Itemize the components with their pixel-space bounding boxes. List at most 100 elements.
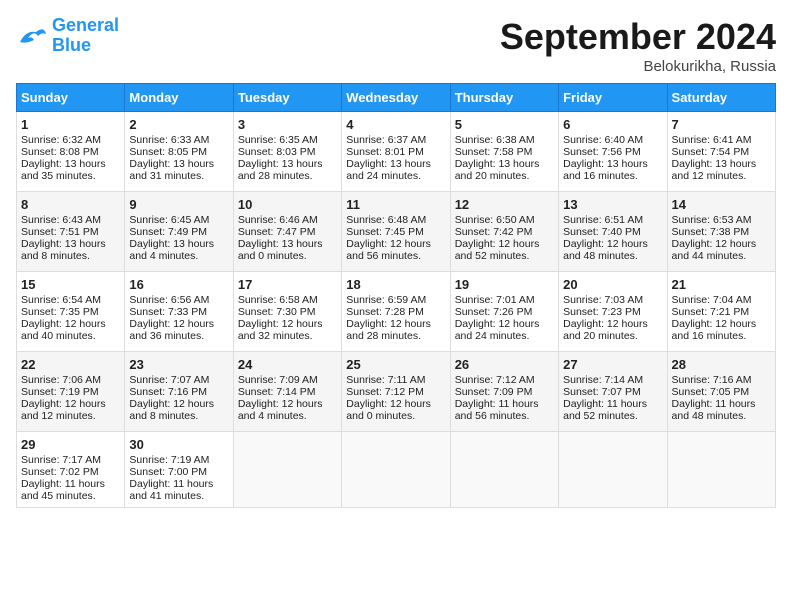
day-number: 14 xyxy=(672,197,771,212)
day-number: 6 xyxy=(563,117,662,132)
day-number: 24 xyxy=(238,357,337,372)
day-info: Sunrise: 7:03 AMSunset: 7:23 PMDaylight:… xyxy=(563,294,648,342)
day-number: 23 xyxy=(129,357,228,372)
calendar-cell: 16 Sunrise: 6:56 AMSunset: 7:33 PMDayligh… xyxy=(125,272,233,352)
day-number: 30 xyxy=(129,437,228,452)
calendar-cell: 14Sunrise: 6:53 AMSunset: 7:38 PMDayligh… xyxy=(667,192,775,272)
calendar-cell: 26Sunrise: 7:12 AMSunset: 7:09 PMDayligh… xyxy=(450,352,558,432)
header-sunday: Sunday xyxy=(17,84,125,112)
calendar-cell: 22 Sunrise: 7:06 AMSunset: 7:19 PMDayligh… xyxy=(17,352,125,432)
day-info: Sunrise: 7:07 AMSunset: 7:16 PMDaylight:… xyxy=(129,374,214,422)
calendar-cell: 28Sunrise: 7:16 AMSunset: 7:05 PMDayligh… xyxy=(667,352,775,432)
day-info: Sunrise: 7:19 AMSunset: 7:00 PMDaylight:… xyxy=(129,454,213,502)
calendar-cell: 8 Sunrise: 6:43 AMSunset: 7:51 PMDaylight… xyxy=(17,192,125,272)
day-number: 13 xyxy=(563,197,662,212)
calendar-week-row: 1Sunrise: 6:32 AMSunset: 8:08 PMDaylight… xyxy=(17,112,776,192)
day-number: 19 xyxy=(455,277,554,292)
day-info: Sunrise: 6:45 AMSunset: 7:49 PMDaylight:… xyxy=(129,214,214,262)
calendar-cell: 12 Sunrise: 6:50 AMSunset: 7:42 PMDayligh… xyxy=(450,192,558,272)
calendar-cell: 2 Sunrise: 6:33 AMSunset: 8:05 PMDaylight… xyxy=(125,112,233,192)
calendar-cell: 20 Sunrise: 7:03 AMSunset: 7:23 PMDayligh… xyxy=(559,272,667,352)
day-info: Sunrise: 7:04 AMSunset: 7:21 PMDaylight:… xyxy=(672,294,757,342)
day-info: Sunrise: 6:50 AMSunset: 7:42 PMDaylight:… xyxy=(455,214,540,262)
day-info: Sunrise: 6:37 AMSunset: 8:01 PMDaylight:… xyxy=(346,134,431,182)
day-number: 10 xyxy=(238,197,337,212)
day-number: 9 xyxy=(129,197,228,212)
calendar-cell: 21Sunrise: 7:04 AMSunset: 7:21 PMDayligh… xyxy=(667,272,775,352)
day-number: 26 xyxy=(455,357,554,372)
header-tuesday: Tuesday xyxy=(233,84,341,112)
header-monday: Monday xyxy=(125,84,233,112)
calendar-cell: 4 Sunrise: 6:37 AMSunset: 8:01 PMDaylight… xyxy=(342,112,450,192)
day-number: 4 xyxy=(346,117,445,132)
calendar-cell xyxy=(233,432,341,508)
day-number: 3 xyxy=(238,117,337,132)
header-saturday: Saturday xyxy=(667,84,775,112)
calendar-week-row: 8 Sunrise: 6:43 AMSunset: 7:51 PMDaylight… xyxy=(17,192,776,272)
day-info: Sunrise: 7:17 AMSunset: 7:02 PMDaylight:… xyxy=(21,454,105,502)
calendar-cell: 5 Sunrise: 6:38 AMSunset: 7:58 PMDaylight… xyxy=(450,112,558,192)
calendar-cell: 7 Sunrise: 6:41 AMSunset: 7:54 PMDaylight… xyxy=(667,112,775,192)
day-info: Sunrise: 7:01 AMSunset: 7:26 PMDaylight:… xyxy=(455,294,540,342)
day-info: Sunrise: 6:40 AMSunset: 7:56 PMDaylight:… xyxy=(563,134,648,182)
day-info: Sunrise: 6:46 AMSunset: 7:47 PMDaylight:… xyxy=(238,214,323,262)
day-info: Sunrise: 7:11 AMSunset: 7:12 PMDaylight:… xyxy=(346,374,431,422)
month-title: September 2024 xyxy=(500,16,776,58)
day-number: 18 xyxy=(346,277,445,292)
calendar-cell xyxy=(450,432,558,508)
day-info: Sunrise: 6:43 AMSunset: 7:51 PMDaylight:… xyxy=(21,214,106,262)
day-info: Sunrise: 6:48 AMSunset: 7:45 PMDaylight:… xyxy=(346,214,431,262)
day-number: 2 xyxy=(129,117,228,132)
calendar-cell xyxy=(667,432,775,508)
day-number: 7 xyxy=(672,117,771,132)
day-number: 25 xyxy=(346,357,445,372)
day-number: 15 xyxy=(21,277,120,292)
logo: General Blue xyxy=(16,16,119,56)
header-thursday: Thursday xyxy=(450,84,558,112)
calendar-cell: 27Sunrise: 7:14 AMSunset: 7:07 PMDayligh… xyxy=(559,352,667,432)
day-number: 12 xyxy=(455,197,554,212)
calendar-cell: 6 Sunrise: 6:40 AMSunset: 7:56 PMDaylight… xyxy=(559,112,667,192)
day-number: 27 xyxy=(563,357,662,372)
calendar-cell: 10 Sunrise: 6:46 AMSunset: 7:47 PMDayligh… xyxy=(233,192,341,272)
day-number: 28 xyxy=(672,357,771,372)
day-info: Sunrise: 6:54 AMSunset: 7:35 PMDaylight:… xyxy=(21,294,106,342)
day-info: Sunrise: 6:38 AMSunset: 7:58 PMDaylight:… xyxy=(455,134,540,182)
day-info: Sunrise: 6:51 AMSunset: 7:40 PMDaylight:… xyxy=(563,214,648,262)
calendar-header-row: SundayMondayTuesdayWednesdayThursdayFrid… xyxy=(17,84,776,112)
calendar-table: SundayMondayTuesdayWednesdayThursdayFrid… xyxy=(16,83,776,508)
day-info: Sunrise: 7:06 AMSunset: 7:19 PMDaylight:… xyxy=(21,374,106,422)
logo-icon xyxy=(16,22,48,50)
calendar-cell: 13 Sunrise: 6:51 AMSunset: 7:40 PMDayligh… xyxy=(559,192,667,272)
day-number: 29 xyxy=(21,437,120,452)
day-number: 20 xyxy=(563,277,662,292)
day-info: Sunrise: 6:58 AMSunset: 7:30 PMDaylight:… xyxy=(238,294,323,342)
day-info: Sunrise: 6:33 AMSunset: 8:05 PMDaylight:… xyxy=(129,134,214,182)
calendar-cell: 9 Sunrise: 6:45 AMSunset: 7:49 PMDaylight… xyxy=(125,192,233,272)
calendar-cell: 11Sunrise: 6:48 AMSunset: 7:45 PMDayligh… xyxy=(342,192,450,272)
calendar-cell: 18Sunrise: 6:59 AMSunset: 7:28 PMDayligh… xyxy=(342,272,450,352)
day-number: 5 xyxy=(455,117,554,132)
calendar-cell: 30 Sunrise: 7:19 AMSunset: 7:00 PMDayligh… xyxy=(125,432,233,508)
day-number: 22 xyxy=(21,357,120,372)
calendar-cell: 19 Sunrise: 7:01 AMSunset: 7:26 PMDayligh… xyxy=(450,272,558,352)
calendar-cell: 24 Sunrise: 7:09 AMSunset: 7:14 PMDayligh… xyxy=(233,352,341,432)
calendar-cell: 15 Sunrise: 6:54 AMSunset: 7:35 PMDayligh… xyxy=(17,272,125,352)
calendar-cell xyxy=(342,432,450,508)
day-number: 8 xyxy=(21,197,120,212)
calendar-cell xyxy=(559,432,667,508)
day-info: Sunrise: 6:41 AMSunset: 7:54 PMDaylight:… xyxy=(672,134,757,182)
header-wednesday: Wednesday xyxy=(342,84,450,112)
logo-text: General Blue xyxy=(52,16,119,56)
day-number: 16 xyxy=(129,277,228,292)
day-info: Sunrise: 7:09 AMSunset: 7:14 PMDaylight:… xyxy=(238,374,323,422)
day-info: Sunrise: 6:56 AMSunset: 7:33 PMDaylight:… xyxy=(129,294,214,342)
logo-line1: General xyxy=(52,15,119,35)
calendar-week-row: 15 Sunrise: 6:54 AMSunset: 7:35 PMDayligh… xyxy=(17,272,776,352)
calendar-week-row: 22 Sunrise: 7:06 AMSunset: 7:19 PMDayligh… xyxy=(17,352,776,432)
location: Belokurikha, Russia xyxy=(500,58,776,75)
day-number: 1 xyxy=(21,117,120,132)
calendar-cell: 25 Sunrise: 7:11 AMSunset: 7:12 PMDayligh… xyxy=(342,352,450,432)
calendar-cell: 3Sunrise: 6:35 AMSunset: 8:03 PMDaylight… xyxy=(233,112,341,192)
calendar-cell: 23 Sunrise: 7:07 AMSunset: 7:16 PMDayligh… xyxy=(125,352,233,432)
